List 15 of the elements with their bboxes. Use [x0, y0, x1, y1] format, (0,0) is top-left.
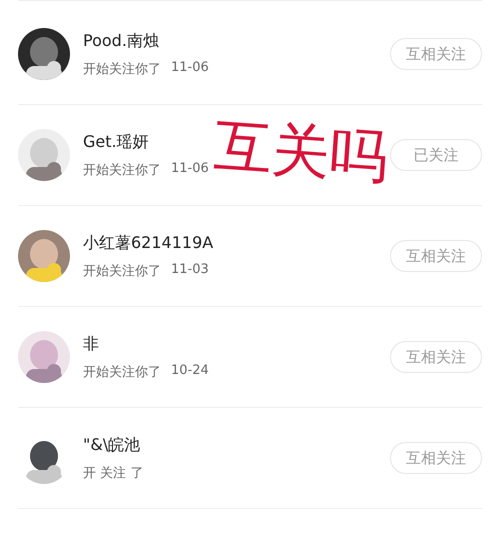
follow-date: 11-03	[171, 262, 209, 278]
follow-date: 11-06	[171, 60, 209, 76]
activity-text: 开 关注 了	[83, 464, 144, 482]
activity-text: 开始关注你了	[83, 162, 161, 178]
overlay-caption: 互关吗	[212, 116, 390, 186]
user-name[interactable]: Get.瑶妍	[83, 132, 149, 152]
follow-date: 11-06	[171, 160, 209, 178]
user-name[interactable]: 非	[83, 334, 99, 354]
user-name[interactable]: 小红薯6214119A	[83, 232, 214, 254]
user-name[interactable]: "&\皖池	[83, 434, 140, 456]
activity-text: 开始关注你了	[83, 364, 161, 380]
activity-text: 开始关注你了	[83, 60, 161, 78]
follow-date: 10-24	[171, 362, 209, 380]
activity-text: 开始关注你了	[83, 262, 161, 280]
user-name[interactable]: Pood.南烛	[83, 30, 159, 52]
